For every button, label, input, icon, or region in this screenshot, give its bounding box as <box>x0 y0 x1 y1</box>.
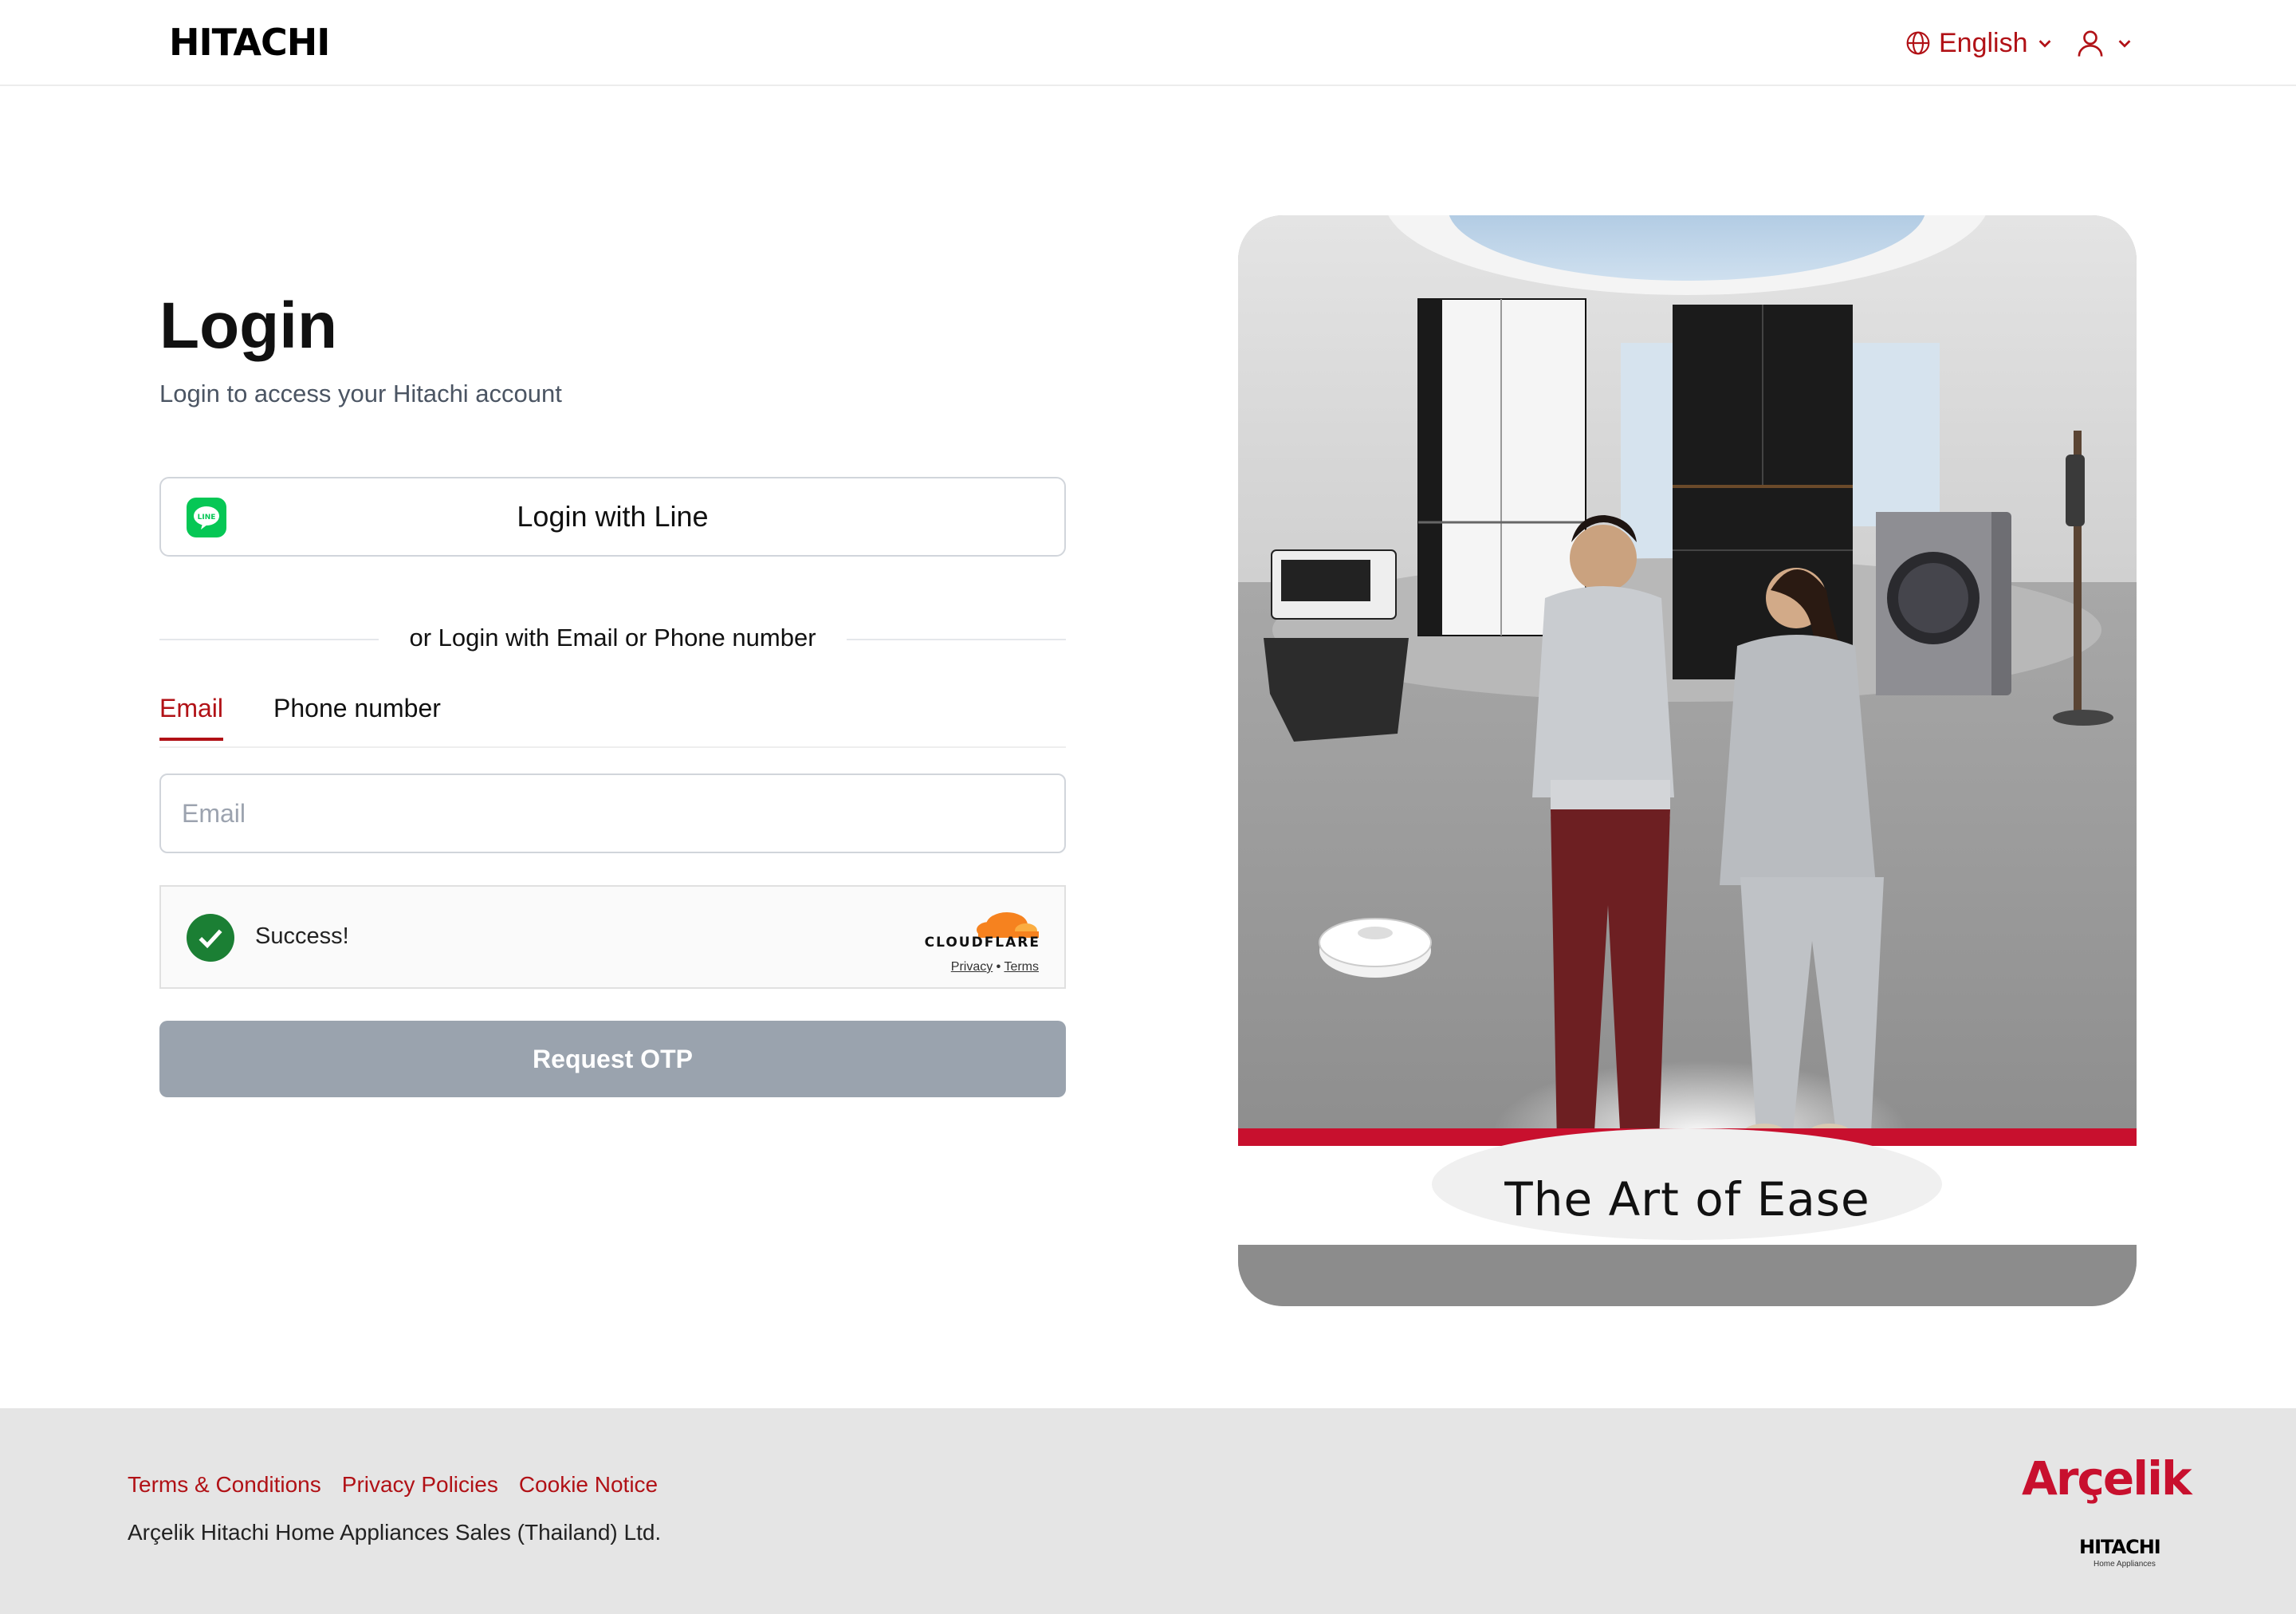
arcelik-logo: Arçelik <box>2022 1451 2192 1506</box>
globe-icon <box>1905 30 1931 56</box>
captcha-status: Success! <box>255 923 349 949</box>
captcha-widget[interactable]: Success! CLOUDFLARE Privacy • Terms <box>159 885 1066 989</box>
check-icon <box>187 914 234 962</box>
captcha-link-separator: • <box>996 960 1001 974</box>
tab-phone-number[interactable]: Phone number <box>273 694 441 738</box>
page-footer: Terms & Conditions Privacy Policies Cook… <box>0 1408 2296 1614</box>
captcha-terms-link[interactable]: Terms <box>1004 960 1039 974</box>
email-input[interactable] <box>159 774 1066 853</box>
divider-text: or Login with Email or Phone number <box>409 624 816 652</box>
hero-caption: The Art of Ease <box>1504 1172 1870 1226</box>
login-with-line-button[interactable]: LINE Login with Line <box>159 477 1066 557</box>
request-otp-button[interactable]: Request OTP <box>159 1021 1066 1097</box>
language-selector[interactable]: English <box>1905 24 2054 62</box>
footer-company-name: Arçelik Hitachi Home Appliances Sales (T… <box>128 1520 662 1545</box>
user-icon <box>2074 27 2106 59</box>
chevron-down-icon <box>2116 34 2133 52</box>
hitachi-footer-logo-subtitle: Home Appliances <box>2094 1560 2156 1569</box>
top-header: HITACHI English <box>0 0 2296 86</box>
account-menu[interactable] <box>2074 24 2133 62</box>
hero-banner: The Art of Ease <box>1238 215 2137 1306</box>
hero-image <box>1238 215 2137 1306</box>
divider-line-right <box>847 639 1066 640</box>
line-icon: LINE <box>187 498 226 537</box>
hitachi-logo[interactable]: HITACHI <box>169 21 330 64</box>
login-with-line-label: Login with Line <box>517 500 709 533</box>
privacy-policies-link[interactable]: Privacy Policies <box>342 1472 498 1498</box>
cloudflare-wordmark: CLOUDFLARE <box>924 935 1040 951</box>
hitachi-footer-logo: HITACHI <box>2079 1536 2161 1558</box>
cookie-notice-link[interactable]: Cookie Notice <box>519 1472 658 1498</box>
captcha-links: Privacy • Terms <box>951 960 1039 974</box>
svg-text:LINE: LINE <box>198 514 216 522</box>
login-divider: or Login with Email or Phone number <box>159 622 1066 655</box>
chevron-down-icon <box>2036 34 2054 52</box>
terms-conditions-link[interactable]: Terms & Conditions <box>128 1472 321 1498</box>
tab-email[interactable]: Email <box>159 694 224 741</box>
login-method-tabs: Email Phone number <box>159 687 1066 748</box>
page-subtitle: Login to access your Hitachi account <box>159 380 562 407</box>
page-title: Login <box>159 289 338 362</box>
footer-links: Terms & Conditions Privacy Policies Cook… <box>128 1472 658 1498</box>
language-label: English <box>1939 27 2028 58</box>
captcha-privacy-link[interactable]: Privacy <box>951 960 993 974</box>
